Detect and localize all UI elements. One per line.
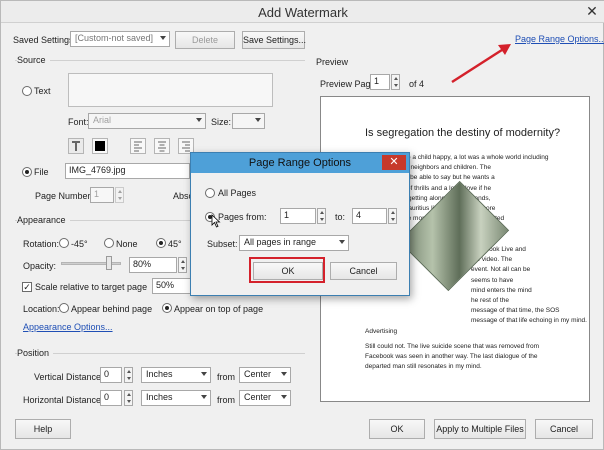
cursor-icon — [211, 214, 221, 228]
all-pages-label: All Pages — [218, 188, 257, 198]
subset-label: Subset: — [207, 239, 238, 249]
pages-to-stepper[interactable] — [388, 208, 397, 224]
ok-highlight-box — [249, 257, 325, 283]
chevron-down-icon — [339, 240, 345, 244]
pages-from-stepper[interactable] — [317, 208, 326, 224]
pages-from-label: Pages from: — [218, 212, 267, 222]
dialog-cancel-button[interactable]: Cancel — [330, 262, 397, 280]
to-label: to: — [335, 212, 346, 222]
pages-to-field[interactable]: 4 — [352, 208, 387, 224]
all-pages-radio[interactable] — [205, 188, 215, 198]
pages-from-field[interactable]: 1 — [280, 208, 316, 224]
subset-value: All pages in range — [244, 237, 317, 247]
dialog-title: Page Range Options — [191, 153, 409, 173]
subset-select[interactable]: All pages in range — [239, 235, 349, 251]
dialog-close-icon[interactable]: ✕ — [382, 155, 406, 170]
